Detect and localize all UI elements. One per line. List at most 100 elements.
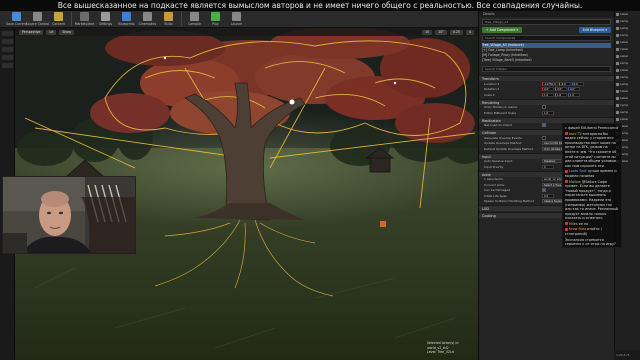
- chat-text: ее по: [578, 221, 589, 226]
- outliner-row[interactable]: Label: [615, 39, 640, 46]
- grid-snap-button[interactable]: 10: [422, 29, 433, 35]
- outliner-row[interactable]: Label: [615, 46, 640, 53]
- property-text-field[interactable]: world_v2_stl2: [542, 177, 564, 182]
- scale-snap-button[interactable]: 0.25: [449, 29, 463, 35]
- chat-text: с фицей EXLiberal Ренессанса: [565, 126, 619, 130]
- property-name: Net Load on Client: [484, 123, 512, 128]
- vector-component-field[interactable]: 0.0°: [555, 87, 567, 92]
- outliner-row[interactable]: Lamp: [615, 74, 640, 81]
- camera-speed-button[interactable]: 4: [465, 29, 474, 35]
- property-name: 1 selected in: [484, 177, 504, 182]
- mode-button[interactable]: [2, 31, 13, 36]
- chat-username: Mallow: [569, 179, 581, 184]
- youtube-icon: [565, 222, 568, 226]
- main-toolbar: Save Current Source Control Content Marketp…: [0, 11, 478, 28]
- property-checkbox[interactable]: [542, 105, 546, 110]
- light-sprite-icon: [289, 99, 295, 105]
- details-search-input[interactable]: Search Details: [482, 66, 611, 72]
- outliner-row[interactable]: Label: [615, 67, 640, 74]
- toolbar-button-label: Cinematics: [138, 22, 157, 26]
- property-dropdown[interactable]: Disabled: [542, 159, 564, 164]
- property-text-field[interactable]: 0: [542, 164, 554, 169]
- property-value: [542, 135, 546, 140]
- outliner-row[interactable]: Lamp: [615, 109, 640, 116]
- property-name: Input Priority: [484, 164, 504, 169]
- property-checkbox[interactable]: [542, 188, 546, 193]
- outliner-row[interactable]: Label: [615, 95, 640, 102]
- cinematics-icon: [143, 12, 152, 21]
- toolbar-button[interactable]: Marketplace: [74, 11, 95, 28]
- compile-icon: [190, 12, 199, 21]
- add-component-button[interactable]: + Add Component ▾: [482, 27, 522, 33]
- outliner-row[interactable]: Lamp: [615, 60, 640, 67]
- property-name: Convert Actor: [484, 182, 505, 187]
- launch-icon: [232, 12, 241, 21]
- selected-info-line: Selected Actor(s) in:: [427, 341, 460, 345]
- outliner-row[interactable]: Lamp: [615, 18, 640, 25]
- property-dropdown[interactable]: Select a Type: [542, 182, 564, 187]
- vector-component-field[interactable]: 0.0: [571, 81, 584, 86]
- outliner-row[interactable]: Lamp: [615, 102, 640, 109]
- component-tree-item[interactable]: [Tree] Village_Bark3 (Inherited): [482, 58, 611, 63]
- viewport-perspective-button[interactable]: Perspective: [19, 29, 44, 35]
- toolbar-button[interactable]: Build: [158, 11, 179, 28]
- property-checkbox[interactable]: [542, 135, 546, 140]
- outliner-row[interactable]: Label: [615, 11, 640, 18]
- mode-button[interactable]: [2, 55, 13, 60]
- blueprints-icon: [122, 12, 131, 21]
- property-text-field[interactable]: 1.0: [542, 110, 554, 115]
- property-value: Select a Type: [542, 182, 564, 187]
- component-search-input[interactable]: Search Components: [482, 35, 611, 41]
- toolbar-button[interactable]: Compile: [184, 11, 205, 28]
- property-name: Rotation ▾: [484, 87, 500, 92]
- viewport-lit-button[interactable]: Lit: [46, 29, 57, 35]
- outliner-row[interactable]: Lamp: [615, 25, 640, 32]
- outliner-row[interactable]: Label: [615, 53, 640, 60]
- mode-button[interactable]: [2, 47, 13, 52]
- stream-chat: с фицей EXLiberal Ренессанса Ironi TV мнг…: [562, 123, 622, 248]
- toolbar-button[interactable]: Save Current: [6, 11, 27, 28]
- toolbar-button[interactable]: Content: [48, 11, 69, 28]
- light-sprite-icon: [163, 56, 167, 60]
- actor-name-field[interactable]: Tree_Village_A3: [482, 19, 611, 25]
- property-name: Default Update Overlaps Method: [484, 146, 534, 151]
- property-name: Location ▾: [484, 81, 500, 86]
- property-value: 0.0° 0.0° 0.0°: [542, 87, 580, 92]
- mode-button[interactable]: [2, 39, 13, 44]
- vector-component-field[interactable]: -14750.0: [542, 81, 558, 86]
- toolbar-button[interactable]: Settings: [95, 11, 116, 28]
- outliner-row[interactable]: Label: [615, 116, 640, 123]
- vector-component-field[interactable]: 0.0°: [568, 87, 580, 92]
- toolbar-button[interactable]: Source Control: [26, 11, 49, 28]
- marketplace-icon: [80, 12, 89, 21]
- vector-component-field[interactable]: -9.0: [558, 81, 571, 86]
- rotation-snap-button[interactable]: 10°: [435, 29, 447, 35]
- toolbar-button[interactable]: Cinematics: [137, 11, 158, 28]
- chat-message: Miles ее по: [565, 222, 619, 227]
- property-value: 0: [542, 164, 554, 169]
- vector-component-field[interactable]: 1.0: [568, 92, 580, 97]
- vector-component-field[interactable]: 1.0: [555, 92, 567, 97]
- chat-message: Krow Rust отойти ( сгнотрений): [565, 227, 619, 236]
- property-checkbox[interactable]: [542, 123, 546, 128]
- mode-button[interactable]: [2, 63, 13, 68]
- vector-component-field[interactable]: 0.0°: [542, 87, 554, 92]
- property-value: -14750.0 -9.0 0.0: [542, 81, 584, 86]
- chat-username: Lords Sect: [569, 169, 587, 174]
- toolbar-button[interactable]: Blueprints: [116, 11, 137, 28]
- toolbar-button[interactable]: Launch: [226, 11, 247, 28]
- outliner-row[interactable]: Lamp: [615, 32, 640, 39]
- viewport-show-button[interactable]: Show: [59, 29, 74, 35]
- vector-component-field[interactable]: 1.0: [542, 92, 554, 97]
- toolbar-separator: [71, 12, 72, 26]
- youtube-icon: [565, 132, 568, 136]
- property-value: 1.0: [542, 110, 554, 115]
- chat-message: с фицей EXLiberal Ренессанса: [565, 126, 619, 131]
- outliner-row[interactable]: Lamp: [615, 81, 640, 88]
- property-value: 0.0: [542, 193, 554, 198]
- outliner-row[interactable]: Label: [615, 88, 640, 95]
- edit-blueprint-button[interactable]: Edit Blueprint ▾: [578, 27, 611, 33]
- tab-details[interactable]: Details: [479, 11, 614, 17]
- toolbar-button[interactable]: Play: [205, 11, 226, 28]
- property-text-field[interactable]: 0.0: [542, 193, 554, 198]
